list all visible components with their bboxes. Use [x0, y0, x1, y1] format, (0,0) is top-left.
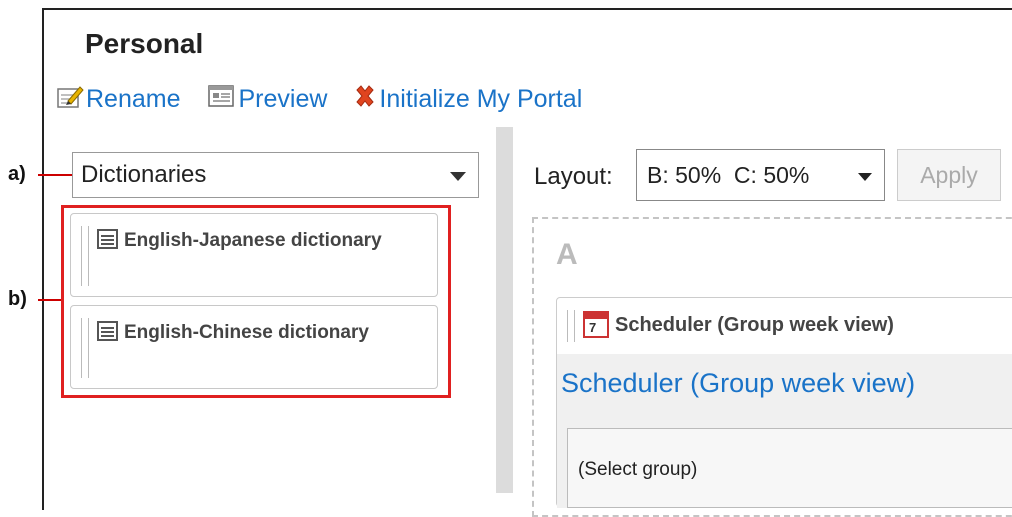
toolbar: Rename Preview Initialize My Portal [56, 84, 608, 114]
chevron-down-icon [450, 172, 466, 181]
initialize-label: Initialize My Portal [379, 84, 583, 113]
select-group-dropdown[interactable]: (Select group) [578, 459, 697, 481]
scheduler-link[interactable]: Scheduler (Group week view) [561, 368, 915, 399]
scheduler-portlet: 7 Scheduler (Group week view) Scheduler … [556, 297, 1012, 508]
layout-select-value: B: 50% C: 50% [647, 161, 810, 188]
category-select[interactable]: Dictionaries [72, 152, 479, 198]
callout-a-line [38, 174, 72, 176]
preview-icon [207, 83, 237, 116]
preview-label: Preview [238, 84, 328, 113]
portlet-item-label: English-Japanese dictionary [124, 230, 382, 251]
layout-select[interactable]: B: 50% C: 50% [636, 149, 885, 201]
drag-handle[interactable] [81, 226, 89, 286]
portlet-title: Scheduler (Group week view) [615, 314, 894, 336]
portlet-header: 7 Scheduler (Group week view) [557, 298, 1012, 354]
rename-label: Rename [86, 84, 181, 113]
document-icon [97, 321, 118, 341]
document-icon [97, 229, 118, 249]
group-select-panel: (Select group) [567, 428, 1012, 508]
preview-link[interactable]: Preview [207, 83, 328, 116]
portlet-body: Scheduler (Group week view) (Select grou… [557, 354, 1012, 508]
red-x-icon [353, 84, 377, 115]
portlet-item-label: English-Chinese dictionary [124, 322, 369, 343]
portlet-item-card[interactable]: English-Chinese dictionary [70, 305, 438, 389]
column-divider [496, 127, 513, 493]
apply-button[interactable]: Apply [897, 149, 1001, 201]
drag-handle[interactable] [567, 310, 575, 342]
calendar-icon: 7 [583, 311, 609, 338]
portlet-item-card[interactable]: English-Japanese dictionary [70, 213, 438, 297]
initialize-my-portal-link[interactable]: Initialize My Portal [353, 84, 582, 115]
rename-link[interactable]: Rename [56, 83, 181, 116]
category-select-value: Dictionaries [81, 161, 207, 188]
callout-b-label: b) [8, 288, 27, 310]
layout-label: Layout: [534, 163, 613, 190]
callout-b-line [38, 299, 61, 301]
area-letter: A [556, 238, 578, 271]
chevron-down-icon [858, 173, 872, 181]
callout-a-label: a) [8, 163, 26, 185]
page-title: Personal [85, 28, 204, 59]
drag-handle[interactable] [81, 318, 89, 378]
pencil-icon [56, 83, 84, 116]
